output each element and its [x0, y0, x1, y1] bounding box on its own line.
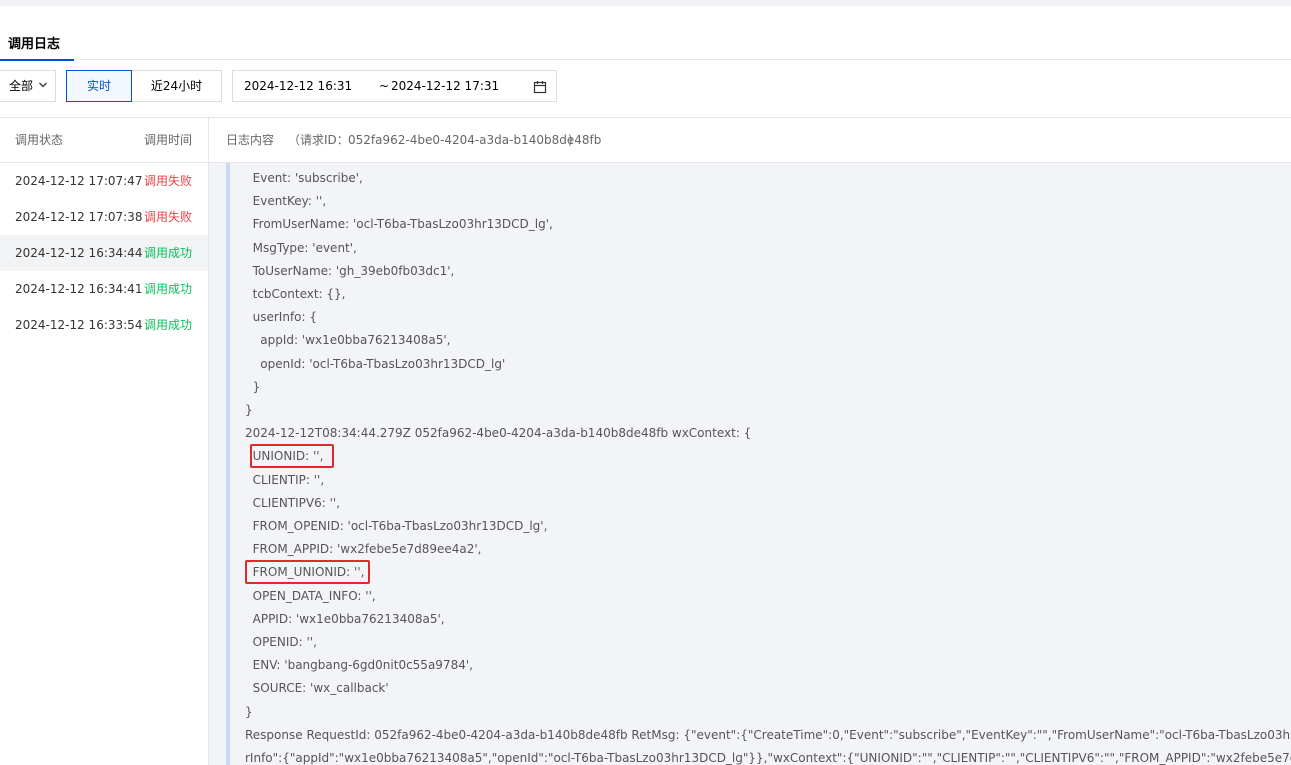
last-24h-button-label: 近24小时 [150, 79, 203, 93]
date-separator: ~ [379, 79, 390, 93]
row-status: 调用成功 [144, 318, 193, 332]
log-line: CLIENTIP: '', [245, 472, 325, 487]
log-line: FROM_OPENID: 'ocl-T6ba-TbasLzo03hr13DCD_… [245, 519, 548, 533]
table-row[interactable]: 2024-12-12 17:07:38 调用失败 [0, 199, 208, 235]
status-select-value: 全部 [9, 79, 34, 93]
log-line: } [245, 403, 253, 417]
row-status: 调用成功 [144, 246, 193, 260]
header-log-content: 日志内容 [226, 133, 275, 147]
highlight-box [250, 444, 334, 469]
row-status: 调用成功 [144, 282, 193, 296]
log-line: CLIENTIPV6: '', [245, 495, 341, 510]
log-line: OPENID: '', [245, 635, 317, 649]
header-request-id-suffix: ) [568, 133, 573, 147]
chevron-down-icon [39, 82, 47, 88]
log-line: OPEN_DATA_INFO: '', [245, 588, 376, 603]
log-line: } [245, 379, 261, 394]
tab-call-log-label: 调用日志 [8, 37, 61, 52]
status-select[interactable]: 全部 [0, 70, 56, 102]
call-list: 2024-12-12 17:07:47 调用失败 2024-12-12 17:0… [0, 163, 209, 765]
log-line: tcbContext: {}, [245, 287, 346, 301]
row-status: 调用失败 [144, 210, 193, 224]
row-status: 调用失败 [144, 174, 193, 188]
date-start: 2024-12-12 16:31 [244, 79, 353, 93]
log-line: openId: 'ocl-T6ba-TbasLzo03hr13DCD_lg' [245, 356, 506, 371]
log-line: } [245, 704, 253, 719]
log-line: userInfo: { [245, 310, 318, 325]
log-line: APPID: 'wx1e0bba76213408a5', [245, 611, 445, 626]
log-line: Event: 'subscribe', [245, 171, 363, 185]
log-line: SOURCE: 'wx_callback' [245, 681, 389, 696]
date-range-picker[interactable]: 2024-12-12 16:31 ~ 2024-12-12 17:31 [232, 70, 557, 102]
log-line: FromUserName: 'ocl-T6ba-TbasLzo03hr13DCD… [245, 217, 553, 232]
row-time: 2024-12-12 17:07:38 [15, 210, 143, 224]
row-time: 2024-12-12 16:34:41 [15, 282, 143, 296]
log-line: ToUserName: 'gh_39eb0fb03dc1', [245, 263, 455, 278]
log-line: FROM_APPID: 'wx2febe5e7d89ee4a2', [245, 542, 482, 557]
log-line: Response RequestId: 052fa962-4be0-4204-a… [245, 727, 1291, 742]
log-line: MsgType: 'event', [245, 240, 357, 255]
header-divider [208, 118, 209, 164]
header-time: 调用时间 [144, 133, 193, 147]
table-header: 调用状态 调用时间 日志内容 （请求ID： 052fa962-4be0-4204… [0, 117, 1291, 164]
tab-call-log[interactable]: 调用日志 [0, 30, 74, 61]
tab-bar: 调用日志 [0, 6, 1291, 61]
realtime-button-label: 实时 [86, 79, 111, 93]
log-left-bar [226, 163, 230, 765]
row-time: 2024-12-12 17:07:47 [15, 174, 143, 188]
log-line: EventKey: '', [245, 194, 327, 209]
calendar-icon[interactable] [533, 80, 547, 94]
log-line: rInfo":{"appId":"wx1e0bba76213408a5","op… [245, 751, 1291, 765]
table-row[interactable]: 2024-12-12 16:33:54 调用成功 [0, 307, 208, 343]
highlight-box [245, 560, 370, 585]
last-24h-button[interactable]: 近24小时 [132, 70, 222, 102]
table-row[interactable]: 2024-12-12 16:34:41 调用成功 [0, 271, 208, 307]
header-request-id: 052fa962-4be0-4204-a3da-b140b8de48fb [348, 133, 602, 147]
tab-active-underline [0, 59, 74, 61]
log-line: appId: 'wx1e0bba76213408a5', [245, 333, 451, 348]
row-time: 2024-12-12 16:33:54 [15, 318, 143, 332]
table-row-selected[interactable]: 2024-12-12 16:34:44 调用成功 [0, 235, 208, 271]
date-end: 2024-12-12 17:31 [391, 79, 500, 93]
table-row[interactable]: 2024-12-12 17:07:47 调用失败 [0, 163, 208, 199]
header-request-id-prefix: （请求ID： [288, 133, 349, 147]
log-line: 2024-12-12T08:34:44.279Z 052fa962-4be0-4… [245, 426, 752, 441]
header-status: 调用状态 [15, 133, 64, 147]
row-time: 2024-12-12 16:34:44 [15, 246, 143, 260]
realtime-button[interactable]: 实时 [66, 70, 132, 102]
log-content-panel[interactable]: Event: 'subscribe', EventKey: '', FromUs… [209, 163, 1291, 765]
log-line: ENV: 'bangbang-6gd0nit0c55a9784', [245, 658, 473, 673]
